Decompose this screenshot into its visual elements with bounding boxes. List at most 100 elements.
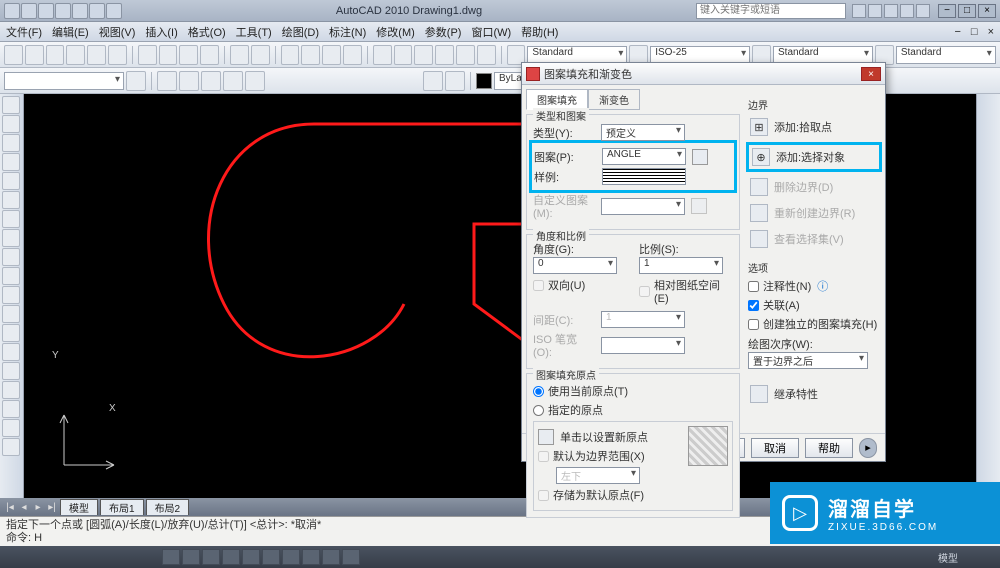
menu-help[interactable]: 帮助(H) [521,24,558,40]
tab-last-icon[interactable]: ▸| [46,502,58,513]
doc-restore-button[interactable]: □ [971,26,978,38]
layer-off-icon[interactable] [201,71,221,91]
mtext-icon[interactable] [2,438,20,456]
doc-close-button[interactable]: × [988,26,994,38]
paste-icon[interactable] [179,45,198,65]
pan-icon[interactable] [281,45,300,65]
plot-icon[interactable] [66,45,85,65]
text-style-combo[interactable]: Standard [527,46,627,64]
gradient-icon[interactable] [2,381,20,399]
layer-match-icon[interactable] [245,71,265,91]
menu-param[interactable]: 参数(P) [425,24,462,40]
ellipse-arc-icon[interactable] [2,286,20,304]
undo-icon[interactable] [72,3,88,19]
menu-edit[interactable]: 编辑(E) [52,24,89,40]
info-icon[interactable]: ⓘ [817,278,828,294]
publish-icon[interactable] [108,45,127,65]
qp-toggle[interactable] [342,549,360,565]
restore-button[interactable]: □ [958,4,976,18]
cut-icon[interactable] [138,45,157,65]
specified-radio[interactable] [533,405,544,416]
arc-icon[interactable] [2,191,20,209]
search-icon[interactable] [852,4,866,18]
polar-toggle[interactable] [222,549,240,565]
point-icon[interactable] [2,343,20,361]
ml-style-combo[interactable]: Standard [896,46,996,64]
tab-gradient[interactable]: 渐变色 [588,89,640,110]
angle-combo[interactable]: 0 [533,257,617,274]
save-icon[interactable] [46,45,65,65]
tab-first-icon[interactable]: |◂ [4,502,16,513]
make-block-icon[interactable] [2,324,20,342]
open-icon[interactable] [25,45,44,65]
help-button[interactable]: 帮助 [805,438,853,458]
favorites-icon[interactable] [900,4,914,18]
revcloud-icon[interactable] [2,229,20,247]
tab-next-icon[interactable]: ▸ [32,502,44,513]
help-icon[interactable] [916,4,930,18]
close-button[interactable]: × [978,4,996,18]
associative-check[interactable] [748,300,759,311]
sample-swatch[interactable] [602,168,686,185]
save-icon[interactable] [55,3,71,19]
copy-icon[interactable] [159,45,178,65]
layer-freeze-icon[interactable] [179,71,199,91]
new-icon[interactable] [21,3,37,19]
menu-tools[interactable]: 工具(T) [236,24,272,40]
open-icon[interactable] [38,3,54,19]
doc-min-button[interactable]: − [954,26,960,38]
use-current-radio[interactable] [533,386,544,397]
insert-icon[interactable] [445,71,465,91]
menu-draw[interactable]: 绘图(D) [282,24,319,40]
dialog-titlebar[interactable]: 图案填充和渐变色 × [522,63,885,85]
circle-icon[interactable] [2,210,20,228]
subscription-icon[interactable] [868,4,882,18]
spline-icon[interactable] [2,248,20,266]
minimize-button[interactable]: − [938,4,956,18]
region-icon[interactable] [2,400,20,418]
menu-modify[interactable]: 修改(M) [376,24,415,40]
layer-iso-icon[interactable] [157,71,177,91]
sheet-icon[interactable] [435,45,454,65]
grid-toggle[interactable] [182,549,200,565]
annotative-check[interactable] [748,281,759,292]
ducs-toggle[interactable] [282,549,300,565]
tab-hatch[interactable]: 图案填充 [526,89,588,110]
undo-icon[interactable] [230,45,249,65]
zoom-prev-icon[interactable] [343,45,362,65]
polygon-icon[interactable] [2,153,20,171]
type-combo[interactable]: 预定义 [601,124,685,141]
color-swatch[interactable] [476,73,492,89]
preview-icon[interactable] [87,45,106,65]
line-icon[interactable] [2,96,20,114]
dyn-toggle[interactable] [302,549,320,565]
ellipse-icon[interactable] [2,267,20,285]
snap-toggle[interactable] [162,549,180,565]
layer-combo[interactable] [4,72,124,90]
cancel-button[interactable]: 取消 [751,438,799,458]
pattern-combo[interactable]: ANGLE [602,148,686,165]
hatch-icon[interactable] [2,362,20,380]
model-space-label[interactable]: 模型 [938,550,958,565]
layer-lock-icon[interactable] [223,71,243,91]
redo-icon[interactable] [251,45,270,65]
print-icon[interactable] [106,3,122,19]
zoom-icon[interactable] [301,45,320,65]
app-menu-icon[interactable] [4,3,20,19]
separate-check[interactable] [748,319,759,330]
xline-icon[interactable] [2,115,20,133]
tab-prev-icon[interactable]: ◂ [18,502,30,513]
match-icon[interactable] [200,45,219,65]
inherit-props-button[interactable]: 继承特性 [748,383,880,405]
menu-format[interactable]: 格式(O) [188,24,226,40]
tool-palette-icon[interactable] [414,45,433,65]
menu-file[interactable]: 文件(F) [6,24,42,40]
menu-dim[interactable]: 标注(N) [329,24,366,40]
help-search-input[interactable] [696,3,846,19]
draw-order-combo[interactable]: 置于边界之后 [748,352,868,369]
menu-insert[interactable]: 插入(I) [145,24,177,40]
redo-icon[interactable] [89,3,105,19]
block-icon[interactable] [423,71,443,91]
zoom-window-icon[interactable] [322,45,341,65]
otrack-toggle[interactable] [262,549,280,565]
